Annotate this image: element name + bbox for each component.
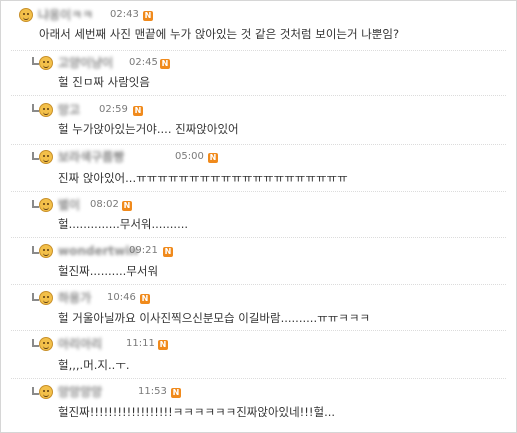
comment-divider <box>11 191 506 192</box>
comment-time: 05:00 <box>175 151 204 162</box>
comment-time: 11:53 <box>138 386 167 397</box>
comment-author[interactable]: 보라색구름빵 <box>58 151 164 163</box>
new-badge: N <box>122 201 132 211</box>
avatar-icon[interactable] <box>39 385 53 399</box>
new-badge: N <box>140 294 150 304</box>
avatar-icon[interactable] <box>39 291 53 305</box>
avatar-icon[interactable] <box>39 103 53 117</box>
comment-text: 아래서 세번째 사진 맨끝에 누가 앉아있는 것 같은 것처럼 보이는거 나뿐임… <box>39 27 400 41</box>
comment-divider <box>11 144 506 145</box>
new-badge: N <box>133 106 143 116</box>
reply-arrow-icon <box>32 293 39 301</box>
new-badge: N <box>158 340 168 350</box>
comment-text: 헐,,,.머.지..ㅜ. <box>58 358 130 372</box>
comment-time: 10:46 <box>107 292 136 303</box>
comment-author[interactable]: 별이 <box>58 199 84 211</box>
reply-arrow-icon <box>32 152 39 160</box>
comment-time: 09:21 <box>129 245 158 256</box>
comment-item: 고양이냥이 02:45 N 헐 진ㅁ짜 사람잇음 <box>1 53 516 95</box>
comment-divider <box>11 95 506 96</box>
avatar-icon[interactable] <box>39 337 53 351</box>
comment-divider <box>11 50 506 51</box>
avatar-icon[interactable] <box>39 150 53 164</box>
comment-text: 헐진짜!!!!!!!!!!!!!!!!!!ㅋㅋㅋㅋㅋㅋ진짜앉아있네!!!헐... <box>58 405 336 419</box>
comment-author[interactable]: 앙앙앙앙 <box>58 386 126 398</box>
comment-text: 헐 진ㅁ짜 사람잇음 <box>58 75 150 89</box>
comment-item: 앙앙앙앙 11:53 N 헐진짜!!!!!!!!!!!!!!!!!!ㅋㅋㅋㅋㅋㅋ… <box>1 381 516 429</box>
comment-item: 망고 02:59 N 헐 누가앉아있는거야.... 진짜앉아있어 <box>1 99 516 143</box>
comment-divider <box>11 330 506 331</box>
comment-list: 냐옹이ㅋㅋ 02:43 N 아래서 세번째 사진 맨끝에 누가 앉아있는 것 같… <box>0 0 517 433</box>
reply-arrow-icon <box>32 104 39 112</box>
comment-item: 아리아리 11:11 N 헐,,,.머.지..ㅜ. <box>1 334 516 378</box>
comment-item: 보라색구름빵 05:00 N 진짜 앉아있어...ㅠㅠㅠㅠㅠㅠㅠㅠㅠㅠㅠㅠㅠㅠㅠ… <box>1 147 516 191</box>
new-badge: N <box>160 59 170 69</box>
comment-item: 별이 08:02 N 헐..............무서워.......... <box>1 194 516 236</box>
reply-arrow-icon <box>32 387 39 395</box>
new-badge: N <box>171 388 181 398</box>
comment-text: 헐..............무서워.......... <box>58 217 189 231</box>
new-badge: N <box>208 153 218 163</box>
reply-arrow-icon <box>32 246 39 254</box>
comment-text: 헐진짜..........무서워 <box>58 264 159 278</box>
comment-text: 헐 누가앉아있는거야.... 진짜앉아있어 <box>58 122 239 136</box>
reply-arrow-icon <box>32 339 39 347</box>
comment-author[interactable]: 냐옹이ㅋㅋ <box>38 9 98 21</box>
comment-divider <box>11 284 506 285</box>
comment-time: 08:02 <box>90 199 119 210</box>
comment-text: 진짜 앉아있어...ㅠㅠㅠㅠㅠㅠㅠㅠㅠㅠㅠㅠㅠㅠㅠㅠㅠㅠㅠㅠ <box>58 171 348 185</box>
comment-item: 냐옹이ㅋㅋ 02:43 N 아래서 세번째 사진 맨끝에 누가 앉아있는 것 같… <box>1 1 516 47</box>
comment-time: 02:45 <box>129 57 158 68</box>
avatar-icon[interactable] <box>39 198 53 212</box>
avatar-icon[interactable] <box>39 244 53 258</box>
comment-author[interactable]: 고양이냥이 <box>58 57 118 69</box>
comment-item: wondertwin 09:21 N 헐진짜..........무서워 <box>1 241 516 283</box>
comment-author[interactable]: 하용가 <box>58 292 94 304</box>
comment-divider <box>11 237 506 238</box>
comment-author[interactable]: 망고 <box>58 104 90 116</box>
comment-divider <box>11 378 506 379</box>
new-badge: N <box>163 247 173 257</box>
comment-author[interactable]: 아리아리 <box>58 338 114 350</box>
avatar-icon[interactable] <box>19 8 33 22</box>
reply-arrow-icon <box>32 200 39 208</box>
comment-time: 02:43 <box>110 9 139 20</box>
new-badge: N <box>143 11 153 21</box>
avatar-icon[interactable] <box>39 56 53 70</box>
comment-time: 11:11 <box>126 338 155 349</box>
comment-item: 하용가 10:46 N 헐 거울아닐까요 이사진찍으신분모습 이길바람.....… <box>1 288 516 330</box>
comment-text: 헐 거울아닐까요 이사진찍으신분모습 이길바람..........ㅠㅠㅋㅋㅋ <box>58 311 371 325</box>
comment-author[interactable]: wondertwin <box>58 245 138 257</box>
comment-time: 02:59 <box>99 104 128 115</box>
reply-arrow-icon <box>32 57 39 65</box>
